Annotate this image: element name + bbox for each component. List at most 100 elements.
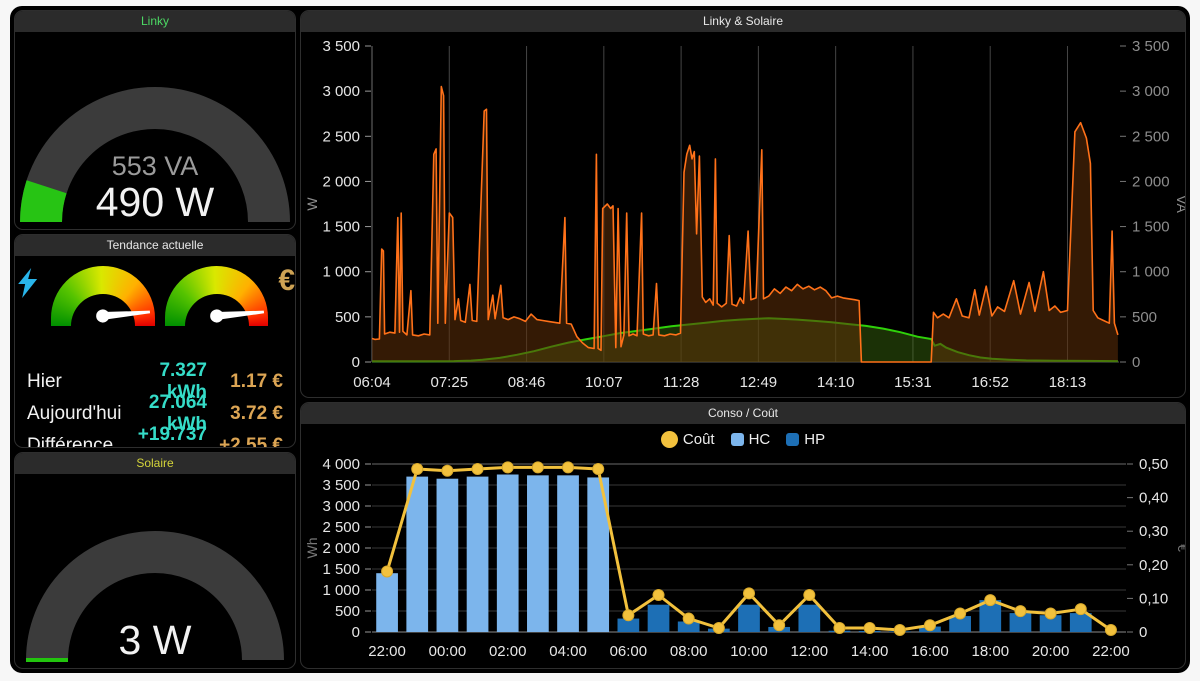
svg-text:0: 0 <box>352 624 360 641</box>
trend-row-difference: Différence +19.737 kWh +2.55 € <box>27 424 283 448</box>
svg-text:Wh: Wh <box>304 538 320 559</box>
energy-dashboard: Linky 553 VA 490 W Tendance actuelle <box>10 6 1190 673</box>
solaire-gauge-value-line <box>26 658 68 662</box>
trend-gauge-energy-needle <box>51 266 154 319</box>
svg-text:1 500: 1 500 <box>322 561 360 578</box>
svg-text:3 000: 3 000 <box>322 83 360 100</box>
svg-text:12:49: 12:49 <box>740 374 778 391</box>
linky-solaire-chart[interactable]: 06:04 07:25 08:46 10:07 11:28 12:49 14:10 15:31… <box>301 32 1185 397</box>
svg-text:12:00: 12:00 <box>791 643 829 660</box>
chart-legend: Coût HC HP <box>301 424 1185 454</box>
svg-text:2 000: 2 000 <box>322 540 360 557</box>
panel-linky-solaire-title: Linky & Solaire <box>703 14 783 28</box>
svg-text:3 500: 3 500 <box>322 38 360 55</box>
trend-row-label: Différence <box>27 435 131 448</box>
svg-text:10:00: 10:00 <box>730 643 768 660</box>
panel-linky: Linky 553 VA 490 W <box>14 10 296 230</box>
panel-linky-header: Linky <box>15 11 295 32</box>
panel-conso-title: Conso / Coût <box>708 406 778 420</box>
trend-row-aujourdhui: Aujourd'hui 27.064 kWh 3.72 € <box>27 392 283 424</box>
hp-swatch-icon <box>786 433 799 446</box>
trend-gauges: € <box>15 256 295 358</box>
svg-text:06:00: 06:00 <box>610 643 648 660</box>
legend-label: Coût <box>683 431 715 448</box>
panel-conso-cout-chart: Conso / Coût Coût HC HP 0 500 1 000 1 500 2 … <box>300 402 1186 669</box>
legend-item-cout[interactable]: Coût <box>661 431 715 448</box>
svg-text:2 500: 2 500 <box>1132 128 1170 145</box>
legend-label: HC <box>749 431 771 448</box>
panel-conso-header: Conso / Coût <box>301 403 1185 424</box>
panel-tendance: Tendance actuelle <box>14 234 296 448</box>
linky-gauge: 553 VA 490 W <box>15 32 295 229</box>
svg-text:16:00: 16:00 <box>911 643 949 660</box>
svg-text:500: 500 <box>1132 309 1157 326</box>
svg-text:00:00: 00:00 <box>429 643 467 660</box>
svg-text:08:00: 08:00 <box>670 643 708 660</box>
svg-text:500: 500 <box>335 309 360 326</box>
svg-text:€: € <box>1175 544 1185 552</box>
svg-text:1 000: 1 000 <box>1132 264 1170 281</box>
trend-row-label: Hier <box>27 371 131 393</box>
svg-text:0,30: 0,30 <box>1139 523 1168 540</box>
panel-solaire-title: Solaire <box>136 456 173 470</box>
svg-text:2 500: 2 500 <box>322 519 360 536</box>
svg-text:4 000: 4 000 <box>322 456 360 473</box>
svg-text:W: W <box>304 197 320 211</box>
svg-text:1 000: 1 000 <box>322 264 360 281</box>
svg-text:0: 0 <box>1132 354 1140 371</box>
svg-text:1 000: 1 000 <box>322 582 360 599</box>
trend-gauge-cost <box>165 266 269 326</box>
svg-text:3 500: 3 500 <box>1132 38 1170 55</box>
svg-text:10:07: 10:07 <box>585 374 623 391</box>
linky-primary-value: 490 W <box>96 179 215 225</box>
svg-text:3 500: 3 500 <box>322 477 360 494</box>
svg-text:04:00: 04:00 <box>549 643 587 660</box>
svg-text:08:46: 08:46 <box>508 374 546 391</box>
svg-text:0: 0 <box>1139 624 1147 641</box>
svg-text:22:00: 22:00 <box>1092 643 1130 660</box>
svg-text:20:00: 20:00 <box>1032 643 1070 660</box>
lightning-icon <box>15 268 41 298</box>
hc-swatch-icon <box>731 433 744 446</box>
svg-text:1 500: 1 500 <box>1132 219 1170 236</box>
svg-text:3 000: 3 000 <box>322 498 360 515</box>
trend-rows: Hier 7.327 kWh 1.17 € Aujourd'hui 27.064… <box>15 358 295 448</box>
trend-row-energy: +19.737 kWh <box>131 424 207 448</box>
svg-text:06:04: 06:04 <box>353 374 391 391</box>
svg-text:2 500: 2 500 <box>322 128 360 145</box>
panel-tendance-header: Tendance actuelle <box>15 235 295 256</box>
svg-text:11:28: 11:28 <box>663 374 699 391</box>
cout-swatch-icon <box>661 431 678 448</box>
trend-row-cost: 1.17 € <box>207 371 283 393</box>
linky-secondary-value: 553 VA <box>112 151 199 181</box>
svg-text:3 000: 3 000 <box>1132 83 1170 100</box>
svg-text:500: 500 <box>335 603 360 620</box>
legend-label: HP <box>804 431 825 448</box>
euro-icon: € <box>278 268 295 294</box>
svg-text:18:00: 18:00 <box>972 643 1010 660</box>
svg-text:1 500: 1 500 <box>322 219 360 236</box>
svg-text:22:00: 22:00 <box>368 643 406 660</box>
solaire-primary-value: 3 W <box>119 617 192 663</box>
svg-text:07:25: 07:25 <box>431 374 469 391</box>
legend-item-hc[interactable]: HC <box>731 431 771 448</box>
svg-text:15:31: 15:31 <box>894 374 932 391</box>
svg-text:14:00: 14:00 <box>851 643 889 660</box>
svg-text:0,10: 0,10 <box>1139 590 1168 607</box>
svg-text:16:52: 16:52 <box>971 374 1009 391</box>
svg-text:14:10: 14:10 <box>817 374 855 391</box>
panel-solaire-header: Solaire <box>15 453 295 474</box>
svg-text:18:13: 18:13 <box>1049 374 1087 391</box>
trend-row-label: Aujourd'hui <box>27 403 131 425</box>
conso-cout-chart[interactable]: 0 500 1 000 1 500 2 000 2 500 3 000 3 500 4 000 0… <box>301 454 1185 668</box>
linky-gauge-svg: 553 VA 490 W <box>15 32 295 229</box>
trend-row-hier: Hier 7.327 kWh 1.17 € <box>27 360 283 392</box>
panel-linky-title: Linky <box>141 14 169 28</box>
legend-item-hp[interactable]: HP <box>786 431 825 448</box>
trend-gauge-cost-needle <box>165 266 268 319</box>
svg-text:0: 0 <box>352 354 360 371</box>
svg-text:VA: VA <box>1174 195 1185 213</box>
svg-text:02:00: 02:00 <box>489 643 527 660</box>
panel-tendance-title: Tendance actuelle <box>107 238 204 252</box>
panel-linky-solaire-header: Linky & Solaire <box>301 11 1185 32</box>
